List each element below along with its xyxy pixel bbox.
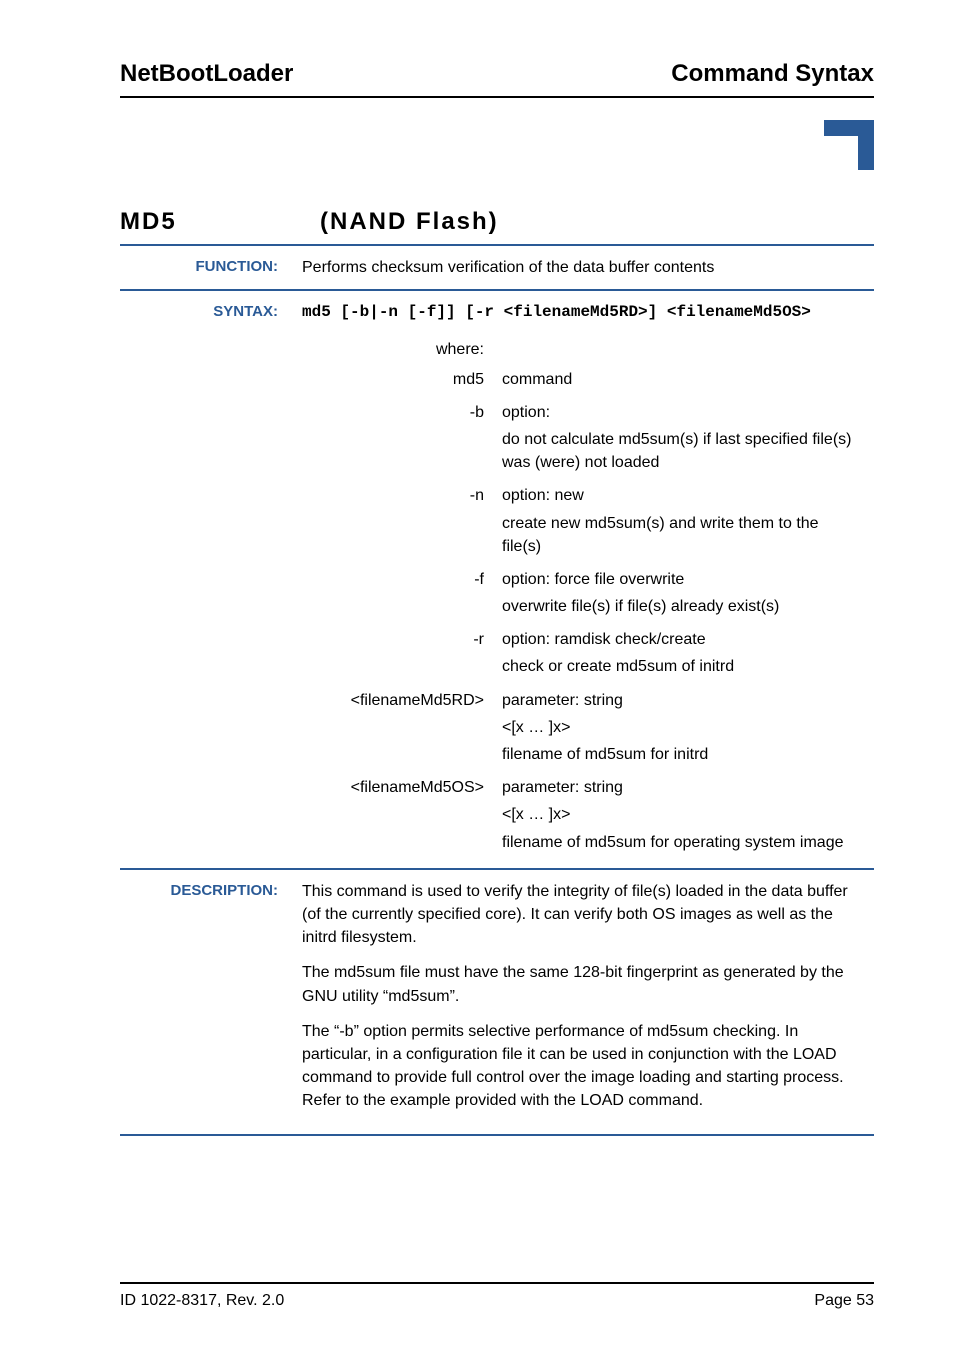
param-desc-line: filename of md5sum for operating system … bbox=[502, 831, 862, 854]
param-desc-line: parameter: string bbox=[502, 689, 862, 712]
param-desc: parameter: string <[x … ]x> filename of md… bbox=[502, 776, 862, 858]
param-desc-line: command bbox=[502, 368, 862, 391]
description-paragraph: The “-b” option permits selective perfor… bbox=[302, 1020, 862, 1113]
function-label: FUNCTION: bbox=[120, 245, 290, 290]
command-subtitle: (NAND Flash) bbox=[320, 208, 499, 236]
param-desc-line: create new md5sum(s) and write them to t… bbox=[502, 512, 862, 558]
param-desc-line: option: ramdisk check/create bbox=[502, 628, 862, 651]
function-text: Performs checksum verification of the da… bbox=[290, 245, 874, 290]
page-footer: ID 1022-8317, Rev. 2.0 Page 53 bbox=[120, 1282, 874, 1310]
function-row: FUNCTION: Performs checksum verification… bbox=[120, 245, 874, 290]
description-content: This command is used to verify the integ… bbox=[290, 869, 874, 1136]
param-name: <filenameMd5RD> bbox=[302, 689, 502, 771]
param-desc-line: <[x … ]x> bbox=[502, 716, 862, 739]
param-desc-line: do not calculate md5sum(s) if last speci… bbox=[502, 428, 862, 474]
description-paragraphs: This command is used to verify the integ… bbox=[302, 880, 862, 1113]
page: NetBootLoader Command Syntax MD5 (NAND F… bbox=[0, 0, 954, 1350]
header-left: NetBootLoader bbox=[120, 60, 293, 88]
param-desc: option: force file overwrite overwrite fi… bbox=[502, 568, 862, 622]
syntax-label: SYNTAX: bbox=[120, 290, 290, 869]
param-desc-line: check or create md5sum of initrd bbox=[502, 655, 862, 678]
corner-decoration bbox=[824, 120, 874, 170]
param-row: md5command bbox=[302, 368, 862, 395]
description-row: DESCRIPTION: This command is used to ver… bbox=[120, 869, 874, 1136]
param-desc-line: option: new bbox=[502, 484, 862, 507]
header-right: Command Syntax bbox=[671, 60, 874, 88]
param-desc-line: filename of md5sum for initrd bbox=[502, 743, 862, 766]
params-container: md5command-boption:do not calculate md5s… bbox=[302, 368, 862, 858]
param-desc-line: option: force file overwrite bbox=[502, 568, 862, 591]
description-paragraph: This command is used to verify the integ… bbox=[302, 880, 862, 950]
param-row: <filenameMd5RD>parameter: string <[x … ]x… bbox=[302, 689, 862, 771]
where-empty bbox=[502, 338, 862, 361]
param-desc-line: <[x … ]x> bbox=[502, 803, 862, 826]
param-desc-line: overwrite file(s) if file(s) already exi… bbox=[502, 595, 862, 618]
param-name: md5 bbox=[302, 368, 502, 395]
param-desc: option: new create new md5sum(s) and writ… bbox=[502, 484, 862, 562]
footer-right: Page 53 bbox=[814, 1292, 874, 1310]
page-header: NetBootLoader Command Syntax bbox=[120, 60, 874, 98]
corner-bot bbox=[858, 136, 874, 170]
param-desc: parameter: string <[x … ]x> filename of md… bbox=[502, 689, 862, 771]
syntax-code: md5 [-b|-n [-f]] [-r <filenameMd5RD>] <f… bbox=[302, 301, 862, 324]
where-label: where: bbox=[302, 338, 502, 361]
param-name: -f bbox=[302, 568, 502, 622]
description-paragraph: The md5sum file must have the same 128-b… bbox=[302, 961, 862, 1007]
footer-left: ID 1022-8317, Rev. 2.0 bbox=[120, 1292, 284, 1310]
param-row: <filenameMd5OS>parameter: string <[x … ]x… bbox=[302, 776, 862, 858]
where-row: where: bbox=[302, 338, 862, 361]
param-name: -r bbox=[302, 628, 502, 682]
command-name: MD5 bbox=[120, 208, 320, 236]
syntax-content: md5 [-b|-n [-f]] [-r <filenameMd5RD>] <f… bbox=[290, 290, 874, 869]
param-name: <filenameMd5OS> bbox=[302, 776, 502, 858]
param-name: -n bbox=[302, 484, 502, 562]
syntax-row: SYNTAX: md5 [-b|-n [-f]] [-r <filenameMd… bbox=[120, 290, 874, 869]
param-desc: command bbox=[502, 368, 862, 395]
param-desc-line: parameter: string bbox=[502, 776, 862, 799]
param-row: -roption: ramdisk check/create check or c… bbox=[302, 628, 862, 682]
description-label: DESCRIPTION: bbox=[120, 869, 290, 1136]
corner-top bbox=[824, 120, 874, 136]
command-title-row: MD5 (NAND Flash) bbox=[120, 208, 874, 236]
param-desc: option: ramdisk check/create check or cre… bbox=[502, 628, 862, 682]
param-row: -foption: force file overwrite overwrite … bbox=[302, 568, 862, 622]
param-desc: option: do not calculate md5sum(s) if las… bbox=[502, 401, 862, 479]
param-row: -noption: new create new md5sum(s) and wr… bbox=[302, 484, 862, 562]
param-name: -b bbox=[302, 401, 502, 479]
param-row: -boption: do not calculate md5sum(s) if l… bbox=[302, 401, 862, 479]
param-desc-line: option: bbox=[502, 401, 862, 424]
command-table: FUNCTION: Performs checksum verification… bbox=[120, 244, 874, 1136]
